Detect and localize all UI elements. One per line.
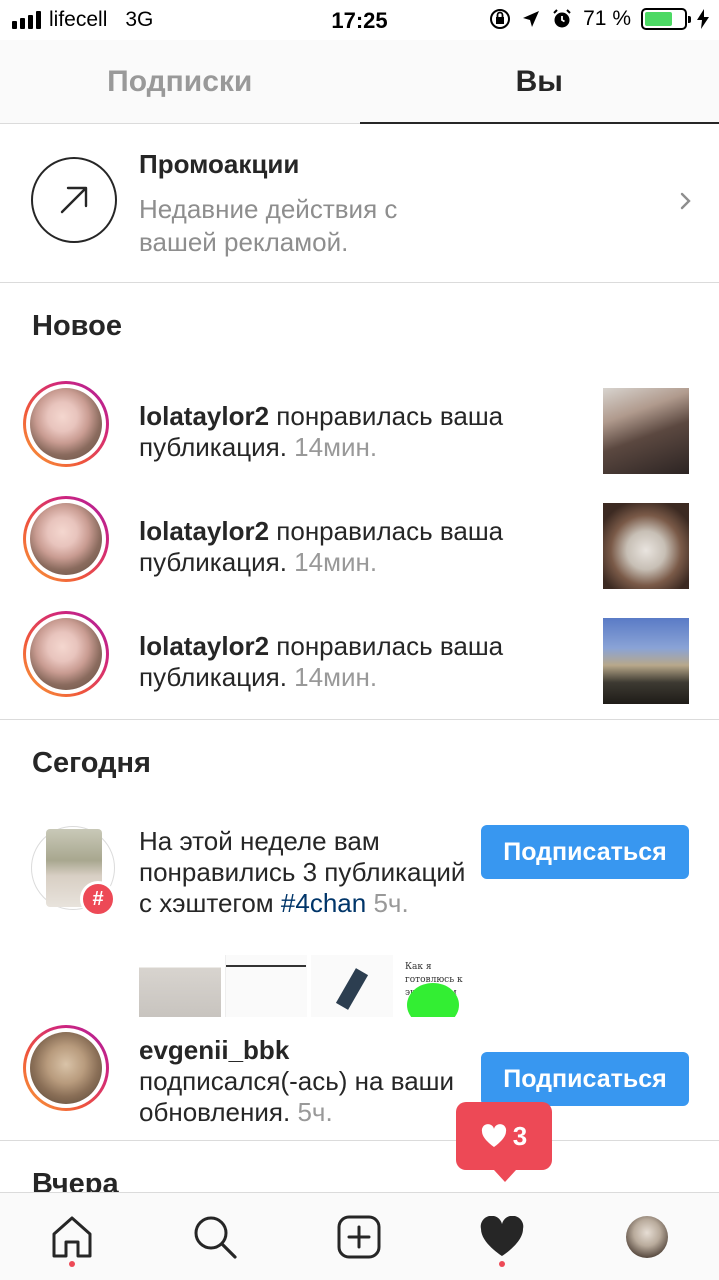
avatar-story-ring[interactable] bbox=[23, 611, 109, 697]
tab-following[interactable]: Подписки bbox=[0, 40, 360, 123]
nav-profile[interactable] bbox=[597, 1193, 697, 1280]
username[interactable]: evgenii_bbk bbox=[139, 1035, 289, 1065]
status-bar: lifecell 3G 17:25 71 % bbox=[0, 0, 719, 40]
activity-tabs: Подписки Вы bbox=[0, 40, 719, 124]
profile-avatar bbox=[626, 1216, 668, 1258]
notification-time: 14мин. bbox=[294, 547, 378, 577]
post-thumbnail[interactable] bbox=[225, 955, 307, 1017]
nav-home[interactable] bbox=[22, 1193, 122, 1280]
nav-activity[interactable] bbox=[452, 1193, 552, 1280]
username[interactable]: lolataylor2 bbox=[139, 401, 269, 431]
post-thumbnail[interactable] bbox=[603, 618, 689, 704]
section-divider bbox=[0, 1140, 719, 1141]
username[interactable]: lolataylor2 bbox=[139, 516, 269, 546]
hashtag-link[interactable]: #4chan bbox=[281, 888, 366, 918]
avatar-story-ring[interactable] bbox=[23, 496, 109, 582]
notification-text: evgenii_bbk подписался(-ась) на ваши обн… bbox=[139, 1035, 455, 1127]
heart-filled-icon bbox=[480, 1216, 524, 1256]
post-thumbnail[interactable] bbox=[139, 955, 221, 1017]
bottom-navigation bbox=[0, 1192, 719, 1280]
promotions-subtitle: Недавние действия с вашей рекламой. bbox=[139, 194, 398, 257]
hashtag-post-thumbnails: Как я готовлюсь к экзаменам bbox=[139, 955, 479, 1017]
promotions-row[interactable]: Промоакции Недавние действия с вашей рек… bbox=[0, 125, 719, 283]
notification-time: 5ч. bbox=[297, 1097, 333, 1127]
section-title-today: Сегодня bbox=[32, 747, 151, 779]
notification-text: lolataylor2 понравилась ваша публикация.… bbox=[139, 401, 504, 462]
avatar-story-ring[interactable] bbox=[23, 381, 109, 467]
section-divider bbox=[0, 719, 719, 720]
battery-icon bbox=[641, 8, 691, 30]
avatar-story-ring[interactable] bbox=[23, 1025, 109, 1111]
hashtag-icon: # bbox=[80, 881, 116, 917]
charging-bolt-icon bbox=[697, 9, 709, 29]
notification-dot bbox=[499, 1261, 505, 1267]
likes-popup[interactable]: 3 bbox=[456, 1102, 552, 1182]
notification-time: 14мин. bbox=[294, 432, 378, 462]
nav-new-post[interactable] bbox=[309, 1193, 409, 1280]
alarm-icon bbox=[553, 9, 571, 28]
location-arrow-icon bbox=[523, 11, 540, 27]
section-title-new: Новое bbox=[32, 310, 122, 342]
heart-icon bbox=[481, 1124, 506, 1147]
post-thumbnail[interactable]: Как я готовлюсь к экзаменам bbox=[397, 955, 479, 1017]
home-icon bbox=[52, 1216, 92, 1258]
add-post-icon bbox=[337, 1215, 381, 1259]
hashtag-notification-text: На этой неделе вам понравились 3 публика… bbox=[139, 826, 466, 918]
post-thumbnail[interactable] bbox=[311, 955, 393, 1017]
hashtag-avatar[interactable]: # bbox=[31, 826, 116, 917]
tab-you[interactable]: Вы bbox=[359, 40, 719, 124]
avatar bbox=[30, 1032, 102, 1104]
post-thumbnail[interactable] bbox=[603, 503, 689, 589]
avatar bbox=[30, 388, 102, 460]
orientation-lock-icon bbox=[490, 9, 511, 29]
avatar bbox=[30, 618, 102, 690]
follow-user-button[interactable]: Подписаться bbox=[481, 1052, 689, 1106]
avatar bbox=[30, 503, 102, 575]
post-thumbnail[interactable] bbox=[603, 388, 689, 474]
nav-search[interactable] bbox=[165, 1193, 265, 1280]
likes-count: 3 bbox=[512, 1120, 528, 1151]
search-icon bbox=[194, 1216, 237, 1259]
notification-text: lolataylor2 понравилась ваша публикация.… bbox=[139, 516, 504, 577]
notification-time: 14мин. bbox=[294, 662, 378, 692]
chevron-right-icon bbox=[680, 192, 691, 210]
follow-hashtag-button[interactable]: Подписаться bbox=[481, 825, 689, 879]
promotion-arrow-icon bbox=[31, 157, 117, 243]
notification-text: lolataylor2 понравилась ваша публикация.… bbox=[139, 631, 504, 692]
battery-percent: 71 % bbox=[583, 7, 631, 30]
username[interactable]: lolataylor2 bbox=[139, 631, 269, 661]
notification-time: 5ч. bbox=[373, 888, 409, 918]
notification-dot bbox=[69, 1261, 75, 1267]
promotions-title: Промоакции bbox=[139, 149, 300, 179]
